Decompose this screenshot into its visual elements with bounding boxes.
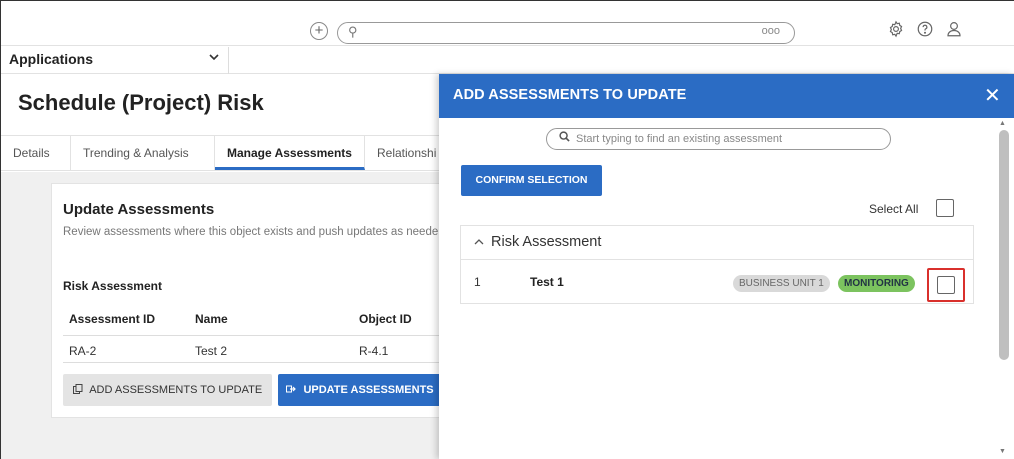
divider: [63, 362, 442, 363]
divider: [228, 47, 229, 74]
assessment-search-input[interactable]: Start typing to find an existing assessm…: [546, 128, 891, 150]
scroll-down-icon[interactable]: ▼: [999, 448, 1006, 455]
search-icon: ⚲: [348, 24, 358, 39]
column-header-name: Name: [195, 312, 228, 326]
tab-trending-analysis[interactable]: Trending & Analysis: [71, 136, 215, 170]
cell-assessment-id: RA-2: [69, 344, 97, 358]
copy-icon: [72, 384, 89, 396]
group-title: Risk Assessment: [491, 234, 602, 250]
column-header-assessment-id: Assessment ID: [69, 312, 156, 326]
update-assessments-button[interactable]: UPDATE ASSESSMENTS: [278, 374, 442, 406]
applications-bar: Applications: [1, 47, 1014, 74]
drawer-scrollbar[interactable]: ▲ ▼: [996, 118, 1014, 459]
cell-name: Test 2: [195, 344, 228, 358]
row-name: Test 1: [530, 275, 564, 289]
top-bar: + ⚲ ooo: [1, 10, 1014, 46]
tab-relationships[interactable]: Relationshi: [365, 136, 441, 170]
more-icon[interactable]: ooo: [762, 25, 780, 37]
card-subtitle: Review assessments where this object exi…: [63, 226, 439, 238]
drawer-title: ADD ASSESSMENTS TO UPDATE: [453, 87, 687, 103]
row-number: 1: [474, 275, 481, 289]
search-icon: [559, 131, 570, 145]
page-title: Schedule (Project) Risk: [18, 90, 264, 115]
scroll-thumb[interactable]: [999, 130, 1009, 360]
select-all-checkbox[interactable]: [936, 199, 954, 217]
add-assessments-button[interactable]: ADD ASSESSMENTS TO UPDATE: [63, 374, 272, 406]
global-search-input[interactable]: ⚲ ooo: [337, 22, 795, 44]
add-assessments-label: ADD ASSESSMENTS TO UPDATE: [89, 384, 263, 396]
applications-label[interactable]: Applications: [9, 51, 93, 67]
chevron-up-icon[interactable]: [474, 235, 484, 249]
update-assessments-card: Update Assessments Review assessments wh…: [51, 183, 442, 418]
risk-assessment-group: Risk Assessment 1 Test 1 BUSINESS UNIT 1…: [460, 225, 974, 304]
chevron-down-icon[interactable]: [209, 51, 219, 65]
user-icon[interactable]: [944, 20, 964, 40]
section-title: Risk Assessment: [63, 279, 162, 293]
group-header[interactable]: Risk Assessment: [461, 226, 973, 260]
tab-details[interactable]: Details: [1, 136, 71, 170]
add-icon[interactable]: +: [310, 22, 328, 40]
update-assessments-label: UPDATE ASSESSMENTS: [303, 384, 434, 396]
add-assessments-drawer: ADD ASSESSMENTS TO UPDATE ✕ Start typing…: [439, 74, 1014, 459]
tab-bar: Details Trending & Analysis Manage Asses…: [1, 135, 441, 171]
tab-manage-assessments[interactable]: Manage Assessments: [215, 136, 365, 170]
column-header-object-id: Object ID: [359, 312, 412, 326]
push-icon: [286, 384, 303, 396]
business-unit-badge: BUSINESS UNIT 1: [733, 275, 830, 292]
search-placeholder: Start typing to find an existing assessm…: [576, 133, 783, 145]
confirm-selection-button[interactable]: CONFIRM SELECTION: [461, 165, 602, 196]
drawer-header: ADD ASSESSMENTS TO UPDATE ✕: [439, 74, 1014, 118]
close-icon[interactable]: ✕: [984, 83, 1001, 108]
scroll-up-icon[interactable]: ▲: [999, 120, 1006, 127]
monitoring-badge: MONITORING: [838, 275, 915, 292]
help-icon[interactable]: [915, 20, 935, 40]
gear-icon[interactable]: [886, 20, 906, 40]
card-title: Update Assessments: [63, 201, 215, 218]
cell-object-id: R-4.1: [359, 344, 389, 358]
divider: [63, 335, 442, 336]
select-all-label: Select All: [869, 202, 919, 216]
row-checkbox[interactable]: [937, 276, 955, 294]
